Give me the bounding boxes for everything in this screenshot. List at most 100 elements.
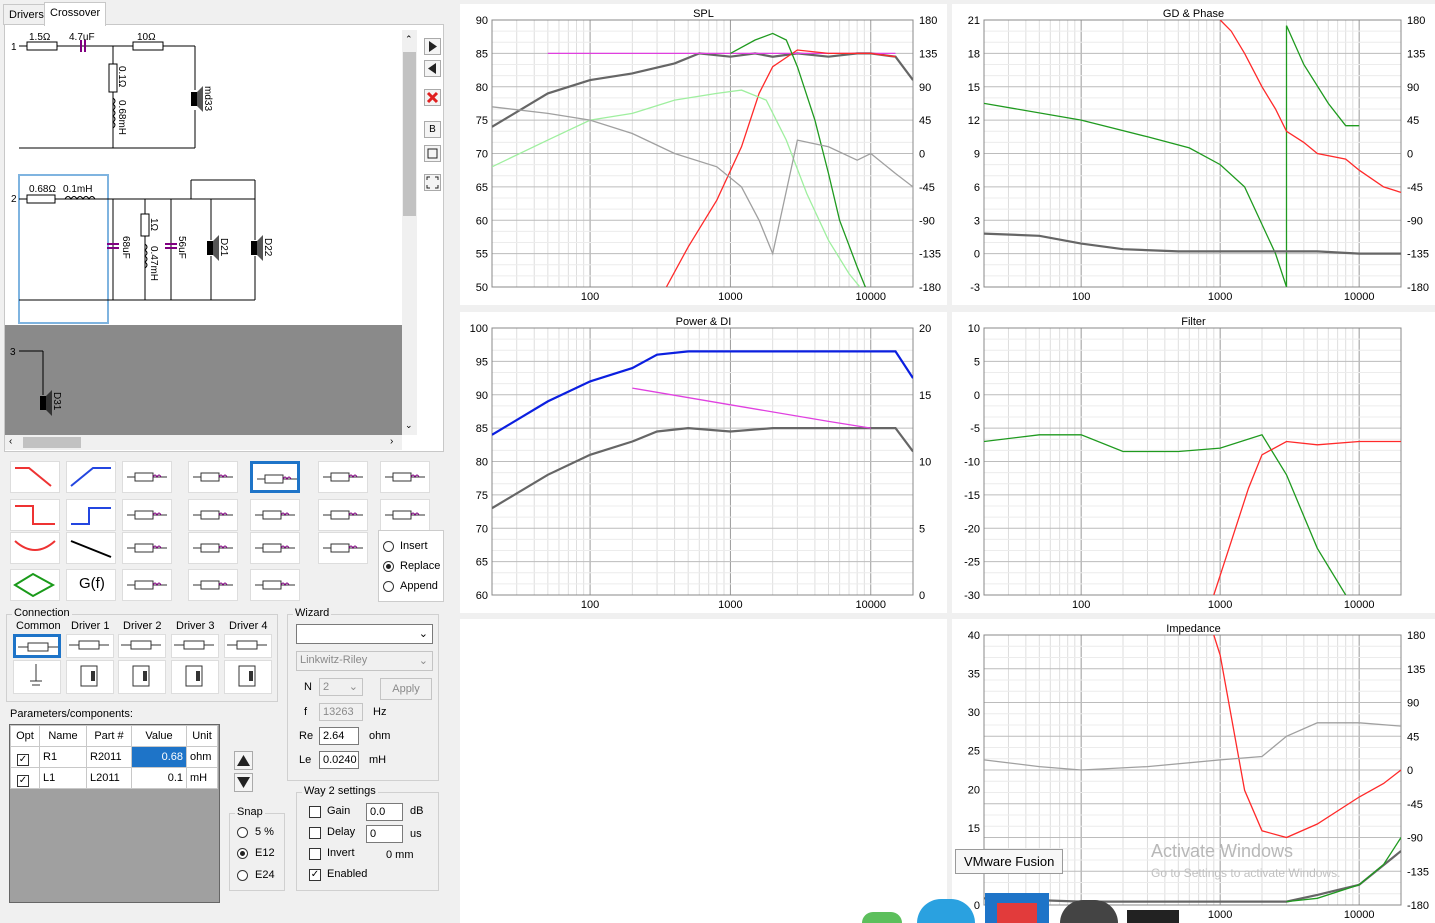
component-button-r2-c2[interactable] <box>66 499 116 531</box>
connection-tab-driver2[interactable]: Driver 2 <box>123 620 162 632</box>
connection-tab-common[interactable]: Common <box>16 620 61 632</box>
way3-driver-icon[interactable] <box>40 396 46 410</box>
mode-append-radio[interactable] <box>383 581 394 592</box>
component-button-r1-c6[interactable] <box>318 461 368 493</box>
snap-5pct-radio[interactable] <box>237 827 248 838</box>
component-button-r2-c5[interactable] <box>250 499 300 531</box>
delay-input[interactable]: 0 <box>366 825 403 843</box>
enabled-checkbox[interactable]: ✓ <box>309 869 321 881</box>
wizard-re-input[interactable]: 2.64 <box>319 727 359 745</box>
delay-checkbox[interactable] <box>309 827 321 839</box>
row-opt-cell[interactable]: ✓ <box>10 746 40 768</box>
b-button[interactable]: B <box>424 121 441 138</box>
taskbar-app-icon[interactable] <box>862 912 902 923</box>
component-button-r2-c4[interactable] <box>188 499 238 531</box>
wizard-filter-select[interactable]: Linkwitz-Riley ⌄ <box>296 651 433 671</box>
connection-button-4-top[interactable] <box>171 634 219 658</box>
row1-value[interactable]: 0.68 <box>131 746 187 768</box>
component-button-r1-c7[interactable] <box>380 461 430 493</box>
row1-opt-checkbox[interactable]: ✓ <box>17 753 29 766</box>
power-di-chart[interactable]: Power & DI 100 95 90 85 80 75 70 65 60 20 15 10 5 0 100… <box>460 312 947 613</box>
component-button-r1-c5[interactable] <box>250 461 300 493</box>
way2-driver1-icon[interactable] <box>207 241 213 255</box>
way1-resistor-1[interactable] <box>26 41 58 51</box>
connection-button-3-bottom[interactable] <box>118 660 166 694</box>
fit-button[interactable] <box>424 174 441 191</box>
connection-button-1-top[interactable] <box>13 634 61 658</box>
component-button-r4-c5[interactable] <box>250 569 300 601</box>
connection-button-5-bottom[interactable] <box>224 660 272 694</box>
mode-replace-radio[interactable] <box>383 561 394 572</box>
component-button-r3-c1[interactable] <box>10 532 60 564</box>
scroll-right-icon[interactable]: › <box>390 436 393 447</box>
row2-part[interactable]: L2011 <box>86 767 132 789</box>
tab-drivers[interactable]: Drivers <box>3 4 50 25</box>
scroll-down-icon[interactable]: ⌄ <box>405 420 413 431</box>
horizontal-scroll-thumb[interactable] <box>23 437 81 448</box>
vertical-scroll-thumb[interactable] <box>403 52 416 216</box>
table-row[interactable]: ✓ R1 R2011 0.68 ohm <box>10 746 218 768</box>
wizard-apply-button[interactable]: Apply <box>380 678 432 700</box>
vmware-fusion-icon[interactable] <box>985 893 1049 923</box>
snap-e24-radio[interactable] <box>237 870 248 881</box>
component-button-r4-c2[interactable]: G(f) <box>66 569 116 601</box>
gd-phase-chart[interactable]: GD & Phase 21 18 15 12 9 6 3 0 -3 180 135 90 45 0 -45 -9… <box>952 4 1435 305</box>
component-button-r3-c2[interactable] <box>66 532 116 564</box>
terminal-app-icon[interactable] <box>1127 910 1179 923</box>
filter-chart[interactable]: Filter 10 5 0 -5 -10 -15 -20 -25 -30 100 1000 10000 <box>952 312 1435 613</box>
component-button-r2-c6[interactable] <box>318 499 368 531</box>
spl-chart[interactable]: SPL 90 85 80 75 70 65 60 55 50 180 135 90 45 0 -45 -90 -1… <box>460 4 947 305</box>
move-up-button[interactable] <box>234 751 253 770</box>
wizard-n-select[interactable]: 2 ⌄ <box>319 678 363 696</box>
mode-insert-radio[interactable] <box>383 541 394 552</box>
component-button-r1-c3[interactable] <box>122 461 172 493</box>
row1-part[interactable]: R2011 <box>86 746 132 768</box>
way2-resistor-2[interactable] <box>140 213 150 237</box>
component-button-r1-c1[interactable] <box>10 461 60 493</box>
connection-tab-driver3[interactable]: Driver 3 <box>176 620 215 632</box>
connection-tab-driver4[interactable]: Driver 4 <box>229 620 268 632</box>
component-button-r1-c2[interactable] <box>66 461 116 493</box>
table-row[interactable]: ✓ L1 L2011 0.1 mH <box>10 767 218 789</box>
connection-button-5-top[interactable] <box>224 634 272 658</box>
way2-resistor[interactable] <box>26 194 56 204</box>
component-button-r3-c3[interactable] <box>122 532 172 564</box>
move-left-button[interactable] <box>424 60 441 77</box>
connection-button-2-top[interactable] <box>66 634 114 658</box>
component-button-r3-c5[interactable] <box>250 532 300 564</box>
move-down-button[interactable] <box>234 773 253 792</box>
component-button-r2-c1[interactable] <box>10 499 60 531</box>
delete-button[interactable] <box>424 89 441 106</box>
component-button-r4-c3[interactable] <box>122 569 172 601</box>
component-button-r3-c6[interactable] <box>318 532 368 564</box>
square-button[interactable] <box>424 145 441 162</box>
horizontal-scrollbar[interactable]: ‹ › <box>5 435 402 450</box>
gain-checkbox[interactable] <box>309 806 321 818</box>
way1-driver-icon[interactable] <box>191 92 197 106</box>
wizard-le-input[interactable]: 0.0240 <box>319 751 359 769</box>
way2-driver2-icon[interactable] <box>251 241 257 255</box>
scroll-up-icon[interactable]: ⌃ <box>405 34 413 45</box>
row-opt-cell[interactable]: ✓ <box>10 767 40 789</box>
tab-crossover[interactable]: Crossover <box>44 2 107 26</box>
connection-button-3-top[interactable] <box>118 634 166 658</box>
component-button-r4-c1[interactable] <box>10 569 60 601</box>
col-value[interactable]: Value <box>131 725 187 747</box>
component-button-r2-c3[interactable] <box>122 499 172 531</box>
connection-button-4-bottom[interactable] <box>171 660 219 694</box>
move-right-button[interactable] <box>424 38 441 55</box>
way1-shunt-resistor[interactable] <box>108 63 118 93</box>
row2-opt-checkbox[interactable]: ✓ <box>17 774 29 787</box>
component-button-r1-c4[interactable] <box>188 461 238 493</box>
connection-button-2-bottom[interactable] <box>66 660 114 694</box>
way1-resistor-2[interactable] <box>132 41 164 51</box>
component-button-r4-c4[interactable] <box>188 569 238 601</box>
vertical-scrollbar[interactable]: ⌃ ⌄ <box>402 30 417 435</box>
row2-value[interactable]: 0.1 <box>131 767 187 789</box>
connection-tab-driver1[interactable]: Driver 1 <box>71 620 110 632</box>
schematic-canvas[interactable]: 1 1.5Ω 4.7uF 10Ω 0.1Ω 0.68mH md33 2 0.68… <box>5 30 402 435</box>
connection-button-1-bottom[interactable] <box>13 660 61 694</box>
col-unit[interactable]: Unit <box>186 725 218 747</box>
component-button-r3-c4[interactable] <box>188 532 238 564</box>
scroll-left-icon[interactable]: ‹ <box>9 436 12 447</box>
